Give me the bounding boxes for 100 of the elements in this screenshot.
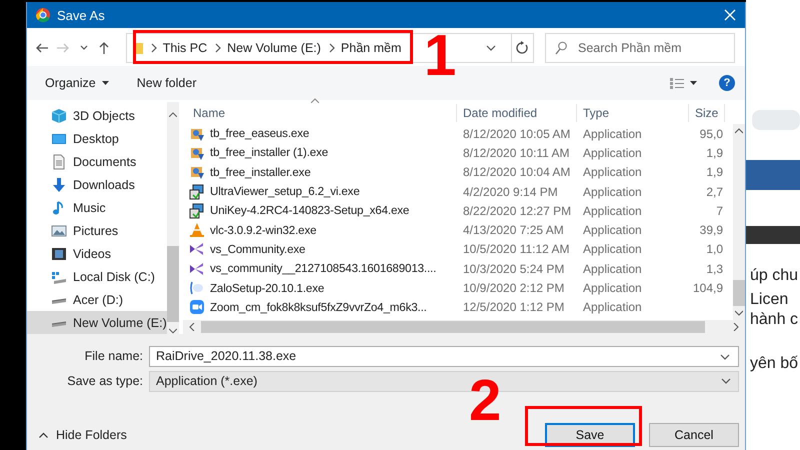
column-header[interactable]: Size [689, 104, 725, 122]
page-banner [746, 160, 800, 190]
size-cell-text: 2,7 [705, 184, 724, 199]
file-name[interactable]: vs_community__2127108543.1601689013.... [183, 260, 457, 277]
cube-icon [51, 108, 67, 124]
type-cell-text: Application [582, 300, 643, 314]
file-name[interactable]: UniKey-4.2RC4-140823-Setup_x64.exe [183, 202, 457, 219]
breadcrumb-item[interactable]: New Volume (E:) [227, 41, 321, 55]
hide-folders-button[interactable]: Hide Folders [39, 428, 127, 442]
column-header[interactable]: Type [577, 104, 689, 122]
file-name[interactable]: tb_free_easeus.exe [183, 126, 457, 142]
column-header[interactable]: Date modified [457, 104, 577, 122]
installer-icon [189, 202, 205, 219]
file-name[interactable]: UltraViewer_setup_6.2_vi.exe [183, 184, 457, 200]
refresh-icon[interactable] [515, 41, 530, 55]
caret-icon[interactable] [690, 81, 697, 85]
scroll-down-icon[interactable] [735, 310, 743, 316]
sidebar-item[interactable]: Pictures [27, 219, 167, 242]
size-cell-text: 1,0 [705, 242, 724, 256]
sidebar-item[interactable]: New Volume (E:) [27, 311, 167, 334]
installer-icon [189, 164, 205, 180]
type-cell-text: Application [582, 281, 643, 296]
scrollbar-thumb[interactable] [166, 246, 179, 322]
window-title: Save As [57, 8, 106, 22]
scroll-up-icon[interactable] [735, 128, 743, 134]
address-bar[interactable]: This PC New Volume (E:) Phần mềm [126, 33, 408, 63]
app-icon [35, 7, 51, 23]
film-icon [51, 246, 67, 262]
field-label: File name: [84, 349, 144, 363]
date-cell-text: 12/5/2020 1:12 PM [462, 300, 566, 314]
back-arrow-icon[interactable] [35, 41, 50, 55]
date-cell-text: 4/13/2020 7:25 AM [462, 223, 565, 238]
date-cell-text: 8/12/2020 10:11 AM [462, 146, 571, 160]
chevron-icon [326, 42, 335, 54]
scroll-left-icon[interactable] [189, 323, 195, 331]
search-field[interactable]: Search Phần mềm [545, 33, 736, 63]
picture-icon [51, 222, 67, 238]
file-name[interactable]: Zoom_cm_fok8k8ksuf5fxZ9vvrZo4_m6k3... [183, 299, 457, 316]
ribbon-icon [189, 241, 205, 258]
sidebar-item[interactable]: Downloads [27, 173, 167, 196]
date-cell-text: 10/5/2020 11:12 AM [462, 242, 571, 256]
scrollbar[interactable] [166, 102, 179, 334]
size-cell-text: 39,9 [698, 223, 724, 238]
size-cell-text: 104,9 [692, 281, 724, 296]
step-number: 1 [424, 27, 456, 85]
page-text: hành c [749, 310, 800, 330]
organize-button[interactable]: Organize [43, 73, 111, 93]
sidebar-item[interactable]: Documents [27, 150, 167, 173]
size-cell-text: 95,0 [698, 126, 724, 141]
sidebar-item[interactable]: Videos [27, 242, 167, 265]
type-cell-text: Application [582, 165, 643, 180]
type-cell-text: Application [582, 262, 643, 276]
scroll-up-icon[interactable] [168, 112, 177, 118]
scrollbar[interactable] [733, 124, 745, 320]
help-button[interactable]: ? [719, 75, 735, 91]
size-cell-text: 7 [715, 204, 724, 218]
file-name-field[interactable]: RaiDrive_2020.11.38.exe [149, 346, 739, 366]
sidebar-item[interactable]: 3D Objects [27, 104, 167, 127]
type-cell-text: Application [582, 184, 643, 199]
dialog-button[interactable]: Cancel [649, 423, 739, 447]
chevron-icon [213, 42, 222, 54]
date-cell-text: 4/2/2020 9:14 PM [462, 184, 559, 199]
file-name[interactable]: tb_free_installer (1).exe [183, 144, 457, 161]
scroll-right-icon[interactable] [733, 323, 739, 331]
sidebar-item[interactable]: Local Disk (C:) [27, 265, 167, 288]
close-icon[interactable] [723, 8, 737, 22]
chevron-up-icon [39, 432, 48, 438]
drive-icon [51, 321, 67, 328]
size-cell-text: 1,3 [705, 262, 724, 276]
breadcrumb-item[interactable]: This PC [162, 41, 208, 55]
scrollbar[interactable] [183, 320, 745, 334]
scrollbar-thumb[interactable] [733, 280, 745, 306]
breadcrumb-item[interactable]: Phần mềm [340, 41, 402, 55]
page-bar [746, 226, 800, 244]
search-icon [555, 41, 568, 55]
sidebar-item[interactable]: Music [27, 196, 167, 219]
chat-bubble-icon [189, 280, 205, 296]
traffic-cone-icon [189, 222, 205, 238]
sidebar-item[interactable]: Desktop [27, 127, 167, 150]
scroll-down-icon[interactable] [168, 328, 177, 334]
sidebar-item[interactable]: Acer (D:) [27, 288, 167, 311]
file-name[interactable]: tb_free_installer.exe [183, 164, 457, 180]
scrollbar-thumb[interactable] [201, 321, 705, 333]
chevron-icon [148, 42, 157, 54]
file-name[interactable]: ZaloSetup-20.10.1.exe [183, 280, 457, 296]
refresh-button[interactable] [510, 33, 534, 63]
file-name[interactable]: vlc-3.0.9.2-win32.exe [183, 222, 457, 238]
column-header[interactable]: Name [183, 104, 457, 122]
video-camera-icon [189, 299, 205, 316]
type-cell-text: Application [582, 126, 643, 141]
type-cell-text: Application [582, 223, 643, 238]
date-cell-text: 10/9/2020 2:12 PM [462, 281, 566, 296]
installer-icon [189, 184, 205, 200]
page-text: yên bố [749, 354, 800, 374]
type-cell-text: Application [582, 204, 643, 218]
view-list-icon[interactable] [670, 76, 684, 90]
new-folder-button[interactable]: New folder [134, 73, 198, 93]
file-name[interactable]: vs_Community.exe [183, 241, 457, 258]
date-cell-text: 8/22/2020 12:27 PM [462, 204, 572, 218]
page-text: Licen [749, 290, 790, 310]
